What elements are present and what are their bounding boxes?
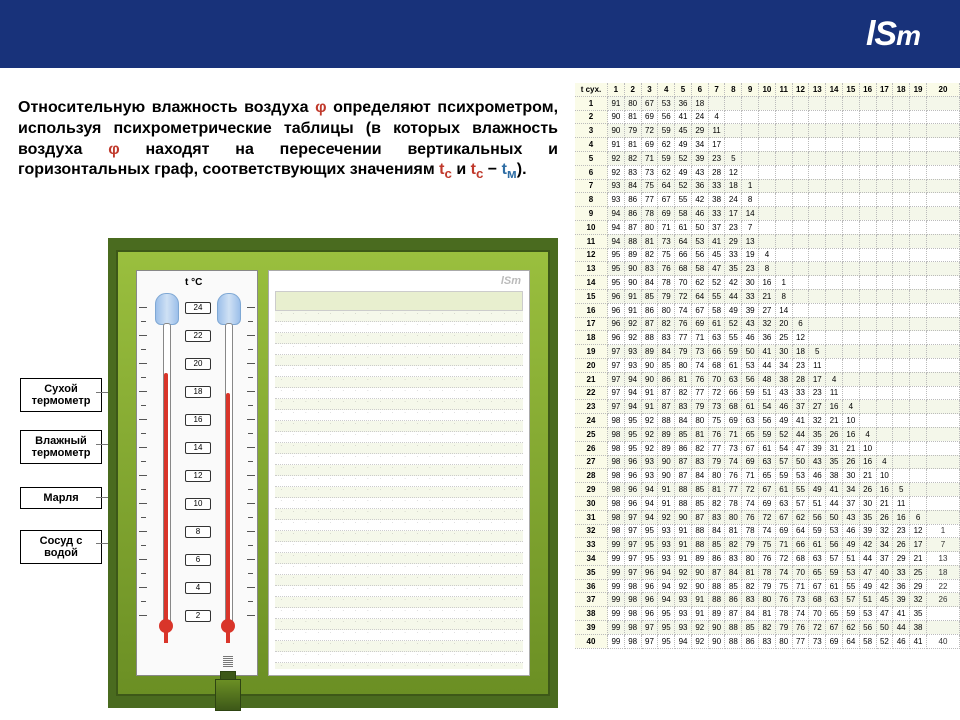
content-area: Относительную влажность воздуха φ опреде… xyxy=(0,68,960,720)
label-wet-thermometer: Влажный термометр xyxy=(20,430,102,464)
description-paragraph: Относительную влажность воздуха φ опреде… xyxy=(18,98,558,183)
psychrometric-table: t сух.1234567891011121314151617181920191… xyxy=(575,83,960,720)
header-bar: lSm xyxy=(0,0,960,68)
water-vessel xyxy=(215,679,241,711)
scale-ticks: 24222018161412108642 xyxy=(137,301,257,631)
mini-brand: lSm xyxy=(501,275,521,287)
label-vessel: Сосуд с водой xyxy=(20,530,102,564)
logo: lSm xyxy=(866,15,920,54)
label-dry-thermometer: Сухой термометр xyxy=(20,378,102,412)
device-mini-table: lSm ····································… xyxy=(268,270,530,676)
scale-unit-label: t °C xyxy=(185,277,202,288)
label-gauze: Марля xyxy=(20,487,102,509)
gauze-wick xyxy=(223,656,233,667)
psychrometer-device: t °C 24222018161412108642 xyxy=(108,238,558,708)
thermometer-panel: t °C 24222018161412108642 xyxy=(136,270,258,676)
